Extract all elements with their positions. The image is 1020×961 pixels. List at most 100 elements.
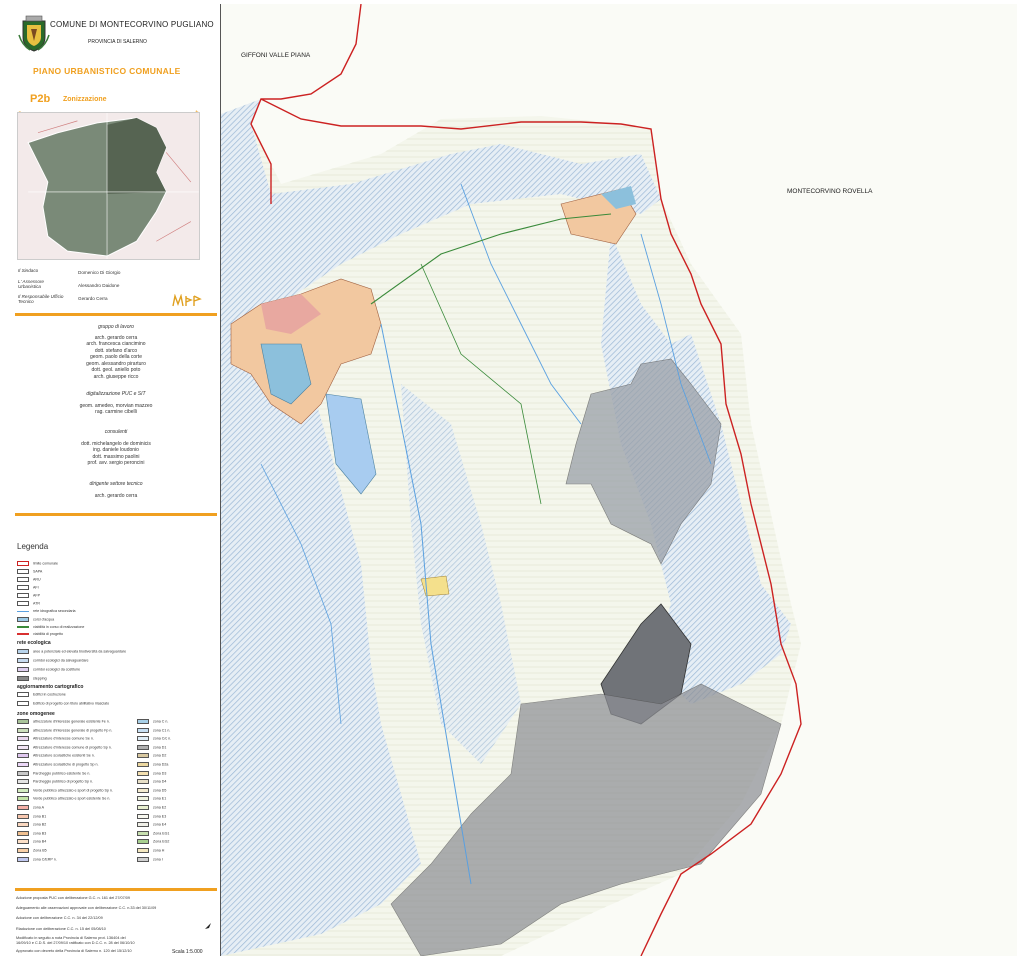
legend-item: viabilità di progetto bbox=[17, 632, 63, 636]
legend-zone-item: Attrezzature d'interesse comune di proge… bbox=[17, 744, 112, 750]
legend-label: Parcheggio pubblico di progetto Sp n. bbox=[33, 779, 93, 784]
legend-item: Edifici in costruzione bbox=[17, 692, 66, 697]
role-sindaco: Il Sindaco bbox=[18, 268, 39, 273]
legend-item: corridoi ecologici da salvaguardare bbox=[17, 658, 89, 663]
legend-item: rete idrografica secondaria bbox=[17, 609, 76, 613]
legend-label: zona I bbox=[153, 857, 163, 862]
legend-item: aree a potenziale ed elevata biodiversit… bbox=[17, 649, 126, 654]
legend-zone-item: zona A bbox=[17, 805, 44, 810]
legend-item: SAPA bbox=[17, 569, 42, 574]
role-responsabile: Il Responsabile Ufficio Tecnico bbox=[18, 294, 64, 304]
credits-heading: gruppo di lavoro bbox=[98, 324, 134, 330]
legend-swatch bbox=[137, 822, 149, 828]
legend-swatch bbox=[137, 719, 149, 724]
scale-label: Scala 1:5.000 bbox=[172, 949, 203, 955]
legend-swatch bbox=[137, 753, 149, 759]
note-4: Riadozione con deliberazione C.C. n. 15 … bbox=[16, 927, 106, 931]
legend-zone-item: zona D2a bbox=[137, 762, 168, 767]
legend-swatch bbox=[137, 830, 149, 836]
divider-2 bbox=[15, 513, 217, 516]
legend-swatch bbox=[17, 822, 29, 828]
legend-zone-item: Parcheggio pubblico esistente Se n. bbox=[17, 770, 91, 776]
legend-zone-item: attrezzature d'interesse generale esiste… bbox=[17, 719, 110, 724]
legend-swatch bbox=[17, 736, 29, 742]
legend-zone-item: zona I bbox=[137, 856, 163, 862]
legend-label: zona D1 bbox=[153, 745, 167, 750]
legend-swatch bbox=[137, 736, 149, 742]
legend-label: zona D3 bbox=[153, 771, 167, 776]
legend-swatch bbox=[137, 779, 149, 785]
legend-label: Parcheggio pubblico esistente Se n. bbox=[33, 771, 91, 776]
legend-label: Attrezzature d'interesse comune Se n. bbox=[33, 736, 94, 741]
legend-swatch bbox=[17, 813, 29, 819]
note-6: 16/09/10 e C.D.S. del 27/09/10 ratificat… bbox=[16, 941, 135, 945]
credits-list: arch. gerardo cerra arch. francesca cian… bbox=[15, 335, 217, 381]
legend-label: zona C/ERP n. bbox=[33, 857, 57, 862]
note-1: Adozione proposta PUC con deliberazione … bbox=[16, 896, 130, 900]
legend-label: zona C n. bbox=[153, 719, 169, 724]
legend-label: zona D2 bbox=[153, 753, 167, 758]
legend-zone-item: zona C/ERP n. bbox=[17, 856, 57, 862]
legend-swatch bbox=[17, 727, 29, 733]
legend-swatch bbox=[137, 856, 149, 862]
legend-zone-item: zona B4 bbox=[17, 839, 47, 845]
legend-swatch bbox=[17, 762, 29, 767]
name-assessore: Alessandro Daidone bbox=[78, 283, 120, 288]
credits-dirigente: dirigente settore tecnico arch. gerardo … bbox=[15, 481, 217, 499]
credit-name: prof. avv. sergio peroncini bbox=[87, 460, 145, 466]
coat-of-arms-icon bbox=[18, 15, 50, 52]
legend-zone-item: Verde pubblico attrezzato e sport esiste… bbox=[17, 796, 110, 802]
credits-heading: dirigente settore tecnico bbox=[89, 481, 143, 487]
sheet-subtitle: Zonizzazione bbox=[63, 96, 107, 103]
legend-label: Zona B5 bbox=[33, 848, 47, 853]
legend-swatch bbox=[17, 787, 29, 793]
legend-swatch bbox=[17, 796, 29, 802]
legend-zone-item: zona B1 bbox=[17, 813, 46, 819]
note-3: Adozione con deliberazione C.C. n. 34 de… bbox=[16, 916, 103, 920]
legend-zone-item: zona D4 bbox=[137, 779, 167, 785]
legend-swatch bbox=[137, 744, 149, 750]
name-responsabile: Gerardo Cerra bbox=[78, 296, 108, 301]
legend-label: zona C/c n. bbox=[153, 736, 172, 741]
legend-label: zona D2a bbox=[153, 762, 169, 767]
sheet-code: P2b bbox=[30, 93, 51, 105]
legend-zone-item: zona C n. bbox=[137, 719, 168, 724]
legend-swatch bbox=[137, 839, 149, 845]
legend-label: Verde pubblico attrezzato e sport di pro… bbox=[33, 788, 113, 793]
credit-name: arch. gerardo cerra bbox=[94, 492, 138, 499]
legend-label: Zona EG2 bbox=[153, 839, 170, 844]
legend-swatch bbox=[17, 805, 29, 810]
legend-item: viabilità in corso di realizzazione bbox=[17, 625, 84, 629]
legend-label: attrezzature d'interesse generale di pro… bbox=[33, 728, 113, 733]
credits-gis: digitalizzazione PUC e SIT geom. amedeo,… bbox=[15, 391, 217, 416]
credits-heading: digitalizzazione PUC e SIT bbox=[86, 391, 146, 397]
legend-item: stepping bbox=[17, 676, 47, 681]
legend-label: Attrezzature d'interesse comune di proge… bbox=[33, 745, 112, 750]
legend-swatch bbox=[137, 848, 149, 853]
place-giffoni: GIFFONI VALLE PIANA bbox=[241, 52, 311, 59]
legend-zone-item: zona E2 bbox=[137, 805, 166, 810]
divider-3 bbox=[15, 888, 217, 891]
legend-zone-item: Zona EG1 bbox=[137, 830, 169, 836]
legend-zone-item: attrezzature d'interesse generale di pro… bbox=[17, 727, 113, 733]
legend-zone-item: zona D1 bbox=[137, 744, 167, 750]
legend-item: corsi d'acqua bbox=[17, 617, 54, 622]
divider-1 bbox=[15, 313, 217, 316]
legend-zone-item: Verde pubblico attrezzato e sport di pro… bbox=[17, 787, 113, 793]
legend-label: zona C1 n. bbox=[153, 728, 171, 733]
legend-swatch bbox=[17, 719, 29, 724]
legend-label: zona H bbox=[153, 848, 165, 853]
legend-label: zona B4 bbox=[33, 839, 47, 844]
legend-zone-item: zona H bbox=[137, 848, 164, 853]
name-sindaco: Domenico Di Giorgio bbox=[78, 270, 121, 275]
legend-rete-heading: rete ecologica bbox=[17, 640, 51, 646]
legend-label: zona D4 bbox=[153, 779, 167, 784]
legend-swatch bbox=[137, 762, 149, 767]
note-7: Approvato con decreto della Provincia di… bbox=[16, 949, 132, 953]
legend-label: zona E4 bbox=[153, 822, 167, 827]
credits-heading: consulenti bbox=[104, 429, 128, 435]
legend-zone-item: Parcheggio pubblico di progetto Sp n. bbox=[17, 779, 93, 785]
legend-label: zona E1 bbox=[153, 796, 167, 801]
legend-swatch bbox=[17, 770, 29, 776]
legend-zone-item: zona E4 bbox=[137, 822, 167, 828]
